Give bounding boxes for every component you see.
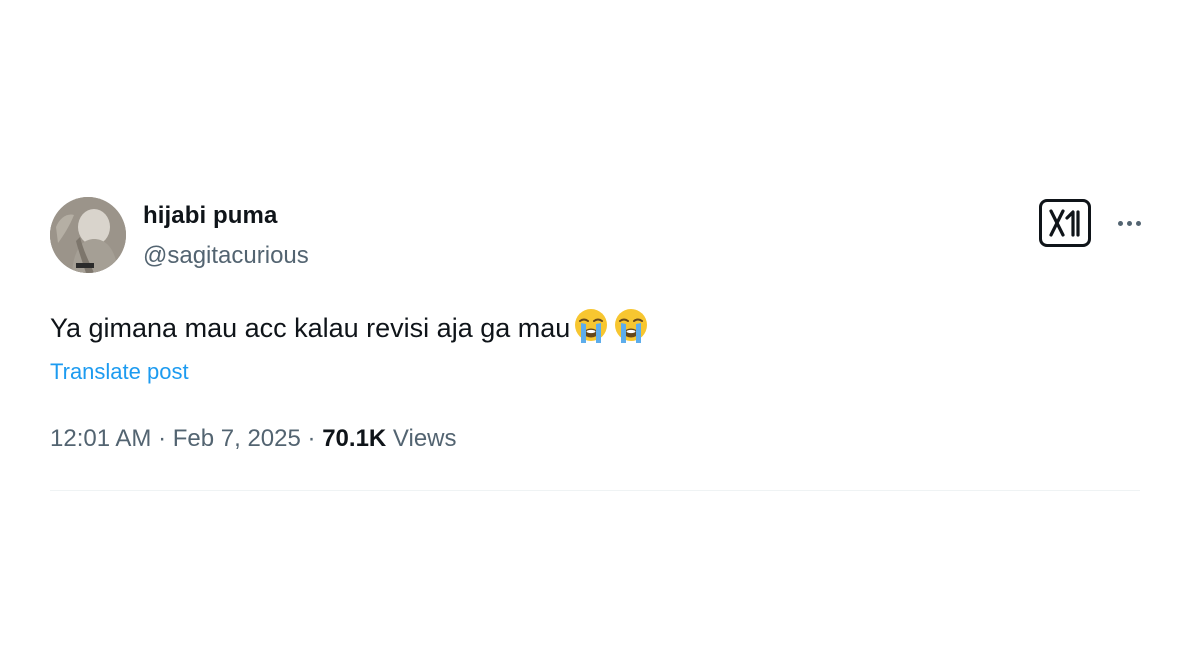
user-handle[interactable]: @sagitacurious [143,241,309,271]
avatar-image [50,197,126,273]
views-label: Views [392,425,457,452]
x-logo-icon [1039,199,1091,247]
avatar[interactable] [50,197,126,273]
loudly-crying-face-icon [575,309,608,343]
tweet-card: hijabi puma @sagitacurious Ya gimana mau… [50,193,1141,493]
display-name[interactable]: hijabi puma [143,201,309,231]
meta-separator: · [158,425,167,452]
post-metadata: 12:01 AM · Feb 7, 2025 · 70.1K Views [50,424,457,454]
more-dot [1117,220,1123,226]
more-dot [1135,220,1141,226]
divider [50,490,1140,491]
more-dot [1126,220,1132,226]
x-logo-glyph [1049,209,1080,237]
views-count[interactable]: 70.1K [322,425,386,452]
more-options-icon[interactable] [1114,211,1144,235]
loudly-crying-face-icon [615,309,648,343]
post-time[interactable]: 12:01 AM [50,425,151,452]
translate-post-link[interactable]: Translate post [50,358,189,386]
meta-separator: · [307,425,316,452]
post-text: Ya gimana mau acc kalau revisi aja ga ma… [50,313,571,343]
screenshot-canvas: hijabi puma @sagitacurious Ya gimana mau… [0,0,1200,666]
post-date[interactable]: Feb 7, 2025 [173,425,301,452]
user-info: hijabi puma @sagitacurious [143,201,309,271]
post-text-row: Ya gimana mau acc kalau revisi aja ga ma… [50,307,650,348]
